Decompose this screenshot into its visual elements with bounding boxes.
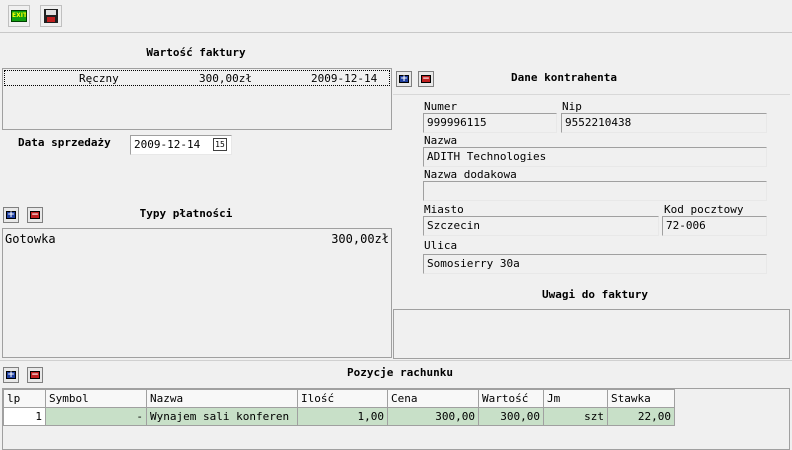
items-table: lp Symbol Nazwa Ilość Cena Wartość Jm St…	[3, 389, 675, 426]
divider	[0, 360, 792, 361]
kod-pocztowy-field[interactable]: 72-006	[662, 216, 767, 236]
column-header[interactable]: Wartość	[478, 389, 544, 408]
column-header[interactable]: Jm	[543, 389, 608, 408]
column-header[interactable]: lp	[3, 389, 46, 408]
notes-field[interactable]	[393, 309, 790, 359]
invoice-value-header: Wartość faktury	[146, 46, 246, 59]
column-header[interactable]: Symbol	[45, 389, 147, 408]
remove-item-button[interactable]: −	[27, 367, 43, 383]
exit-button[interactable]: EXIT	[8, 5, 30, 27]
cell-ilosc: 1,00	[297, 407, 388, 426]
items-grid[interactable]: lp Symbol Nazwa Ilość Cena Wartość Jm St…	[2, 388, 790, 450]
cell-lp: 1	[3, 407, 46, 426]
kod-pocztowy-label: Kod pocztowy	[664, 203, 744, 216]
exit-icon: EXIT	[11, 10, 27, 22]
nazwa-dodatkowa-label: Nazwa dodakowa	[424, 168, 517, 181]
plus-icon: +	[399, 74, 409, 84]
payment-types-list[interactable]: Gotowka 300,00zł	[2, 228, 392, 358]
cell-jm: szt	[543, 407, 608, 426]
nazwa-label: Nazwa	[424, 134, 458, 147]
nazwa-field[interactable]: ADITH Technologies	[423, 147, 767, 167]
invoice-date: 2009-12-14	[311, 72, 378, 85]
column-header[interactable]: Stawka	[607, 389, 675, 408]
nazwa-dodatkowa-field[interactable]	[423, 181, 767, 201]
cell-symbol: -	[45, 407, 147, 426]
column-header[interactable]: Cena	[387, 389, 479, 408]
save-icon	[44, 9, 58, 23]
list-item[interactable]: Ręczny 300,00zł 2009-12-14	[4, 70, 390, 86]
sale-date-label: Data sprzedaży	[18, 136, 111, 149]
minus-icon: −	[421, 74, 431, 84]
add-item-button[interactable]: +	[3, 367, 19, 383]
remove-contractor-button[interactable]: −	[418, 71, 434, 87]
cell-cena: 300,00	[387, 407, 479, 426]
nip-label: Nip	[562, 100, 582, 113]
sale-date-value: 2009-12-14	[134, 138, 201, 151]
miasto-label: Miasto	[424, 203, 464, 216]
invoice-value-list[interactable]: Ręczny 300,00zł 2009-12-14	[2, 68, 392, 130]
add-contractor-button[interactable]: +	[396, 71, 412, 87]
cell-stawka: 22,00	[607, 407, 675, 426]
cell-wartosc: 300,00	[478, 407, 544, 426]
payment-amount: 300,00zł	[331, 232, 389, 246]
payment-types-header: Typy płatności	[139, 207, 233, 220]
save-button[interactable]	[40, 5, 62, 27]
nip-field[interactable]: 9552210438	[561, 113, 767, 133]
toolbar: EXIT	[0, 0, 792, 33]
numer-field[interactable]: 999996115	[423, 113, 557, 133]
table-row[interactable]: 1 - Wynajem sali konferen 1,00 300,00 30…	[3, 407, 675, 426]
column-header[interactable]: Nazwa	[146, 389, 298, 408]
table-header-row: lp Symbol Nazwa Ilość Cena Wartość Jm St…	[3, 389, 675, 408]
minus-icon: −	[30, 370, 40, 380]
ulica-label: Ulica	[424, 239, 458, 252]
plus-icon: +	[6, 370, 16, 380]
ulica-field[interactable]: Somosierry 30a	[423, 254, 767, 274]
miasto-field[interactable]: Szczecin	[423, 216, 659, 236]
list-item[interactable]: Gotowka 300,00zł	[5, 232, 389, 246]
invoice-type: Ręczny	[79, 72, 119, 85]
column-header[interactable]: Ilość	[297, 389, 388, 408]
cell-nazwa: Wynajem sali konferen	[146, 407, 298, 426]
payment-name: Gotowka	[5, 232, 56, 246]
numer-label: Numer	[424, 100, 458, 113]
notes-header: Uwagi do faktury	[542, 288, 648, 301]
calendar-icon[interactable]: 15	[213, 138, 227, 151]
contractor-header: Dane kontrahenta	[511, 71, 617, 84]
invoice-amount: 300,00zł	[199, 72, 252, 85]
items-header: Pozycje rachunku	[347, 366, 453, 379]
